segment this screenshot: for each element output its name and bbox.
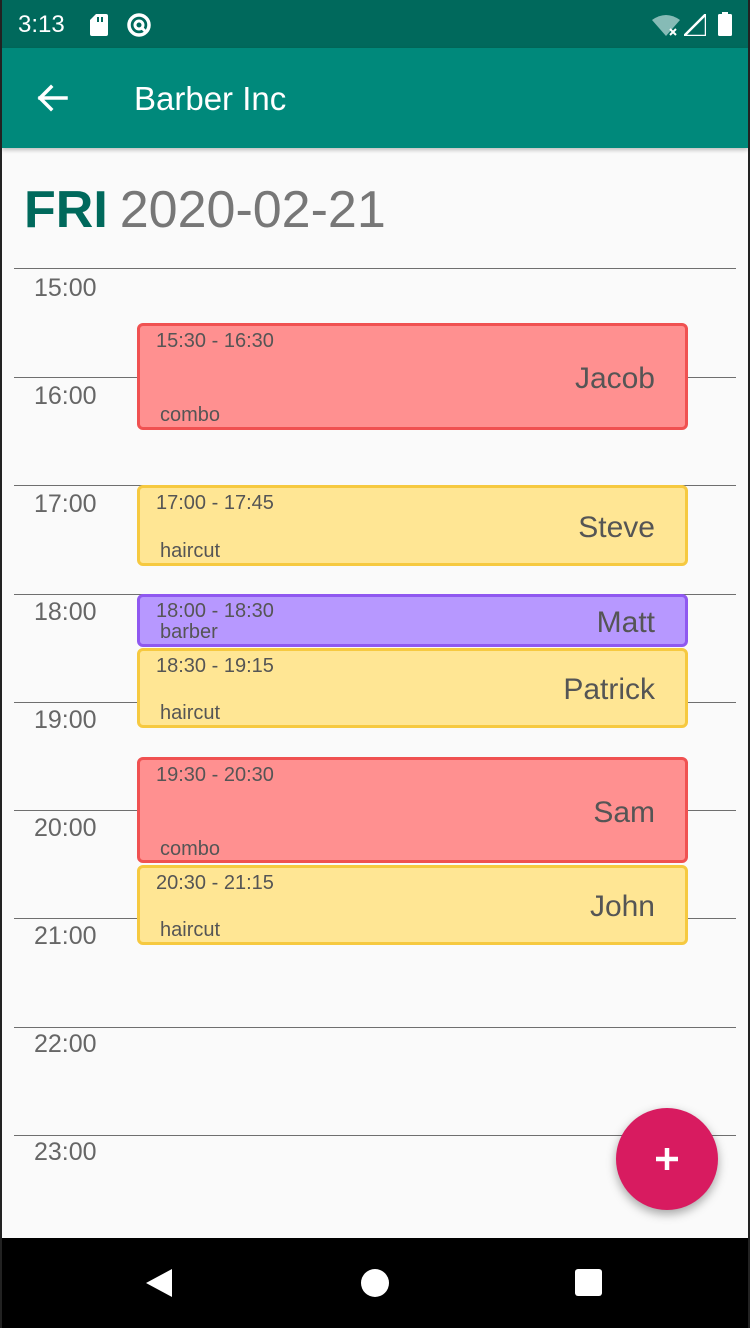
appointment-service: haircut xyxy=(160,540,221,562)
plus-icon xyxy=(656,1148,678,1170)
hour-label: 20:00 xyxy=(34,814,97,842)
hour-label: 16:00 xyxy=(34,382,97,410)
appointment-client: Jacob xyxy=(574,362,655,395)
hour-label: 15:00 xyxy=(34,274,97,302)
back-button[interactable] xyxy=(30,76,74,120)
appointment-client: Sam xyxy=(593,796,655,829)
hour-divider xyxy=(14,268,736,269)
appointment-service: combo xyxy=(160,838,221,860)
sync-icon xyxy=(127,13,151,37)
battery-icon xyxy=(718,12,732,36)
appointment-card[interactable]: 18:30 - 19:15 Patrick haircut xyxy=(137,648,688,728)
system-nav-bar xyxy=(2,1238,748,1328)
appointment-card[interactable]: 18:00 - 18:30 Matt barber xyxy=(137,594,688,647)
status-time: 3:13 xyxy=(18,11,65,38)
appointment-client: Patrick xyxy=(563,673,655,706)
hour-divider xyxy=(14,1027,736,1028)
signal-icon xyxy=(684,14,706,36)
appointment-service: haircut xyxy=(160,919,221,941)
nav-home-icon[interactable] xyxy=(361,1269,389,1297)
wifi-icon xyxy=(652,15,680,36)
sd-card-icon xyxy=(90,14,108,36)
hour-label: 22:00 xyxy=(34,1030,97,1058)
appointment-service: barber xyxy=(160,621,218,643)
date-day: FRI xyxy=(24,181,108,239)
appointment-time: 18:00 - 18:30 xyxy=(156,600,274,622)
hour-label: 17:00 xyxy=(34,490,97,518)
appointment-service: haircut xyxy=(160,702,221,724)
status-bar: 3:13 xyxy=(2,0,748,48)
screen: 3:13 Barber Inc FRI 2020-02-21 15:00 16:… xyxy=(2,0,748,1328)
appointment-time: 19:30 - 20:30 xyxy=(156,764,274,786)
date-value: 2020-02-21 xyxy=(119,181,386,239)
appointment-time: 17:00 - 17:45 xyxy=(156,492,274,514)
appointment-card[interactable]: 15:30 - 16:30 Jacob combo xyxy=(137,323,688,430)
appointment-client: Steve xyxy=(578,511,655,544)
appointment-card[interactable]: 17:00 - 17:45 Steve haircut xyxy=(137,485,688,566)
appointment-card[interactable]: 19:30 - 20:30 Sam combo xyxy=(137,757,688,863)
appointment-card[interactable]: 20:30 - 21:15 John haircut xyxy=(137,865,688,945)
appointment-time: 18:30 - 19:15 xyxy=(156,655,274,677)
add-appointment-button[interactable] xyxy=(616,1108,718,1210)
appointment-service: combo xyxy=(160,404,221,426)
appointment-time: 20:30 - 21:15 xyxy=(156,872,274,894)
hour-label: 19:00 xyxy=(34,706,97,734)
app-bar: Barber Inc xyxy=(2,48,748,148)
appointment-client: Matt xyxy=(596,606,655,639)
hour-label: 18:00 xyxy=(34,598,97,626)
appointment-time: 15:30 - 16:30 xyxy=(156,330,274,352)
appointment-client: John xyxy=(589,890,655,923)
arrow-back-icon xyxy=(37,84,68,112)
date-header: FRI 2020-02-21 xyxy=(24,178,386,242)
app-title: Barber Inc xyxy=(134,80,287,117)
hour-label: 23:00 xyxy=(34,1138,97,1166)
nav-back-icon[interactable] xyxy=(144,1268,174,1298)
hour-label: 21:00 xyxy=(34,922,97,950)
nav-recents-icon[interactable] xyxy=(575,1269,602,1296)
